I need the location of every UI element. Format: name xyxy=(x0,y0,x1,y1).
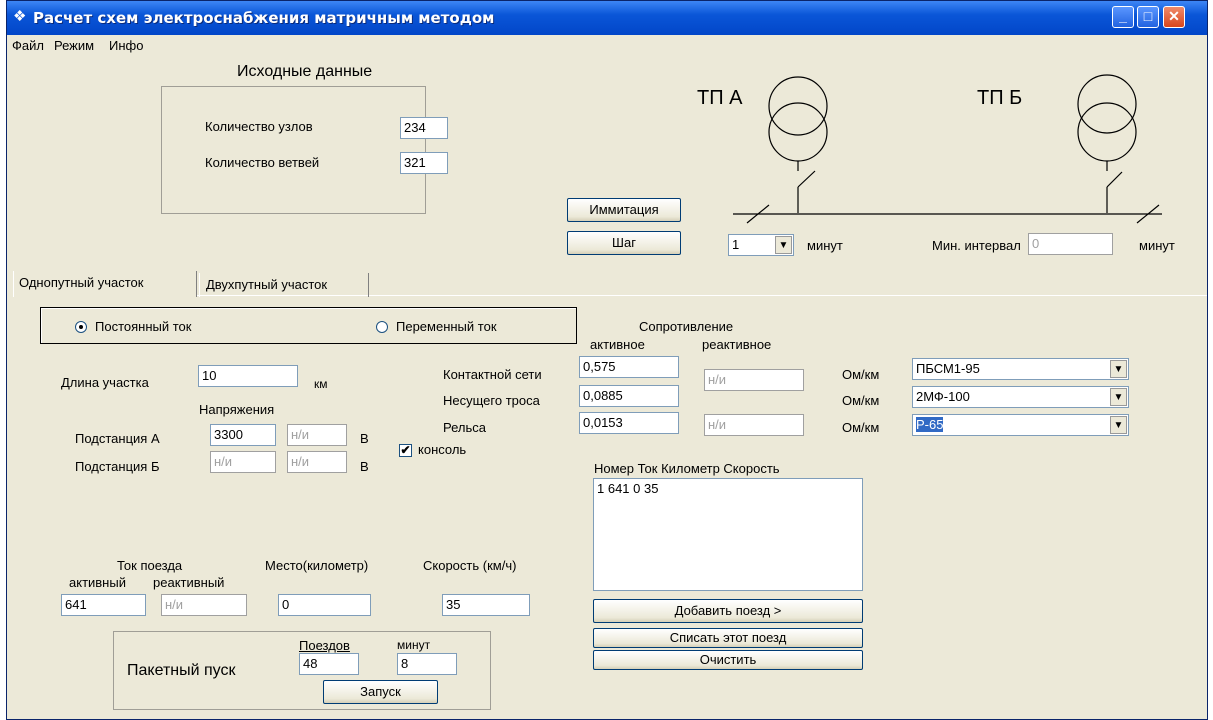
length-label: Длина участка xyxy=(61,375,149,390)
minutes-select[interactable]: 1 ▼ xyxy=(728,234,794,256)
contact-net-unit: Ом/км xyxy=(842,367,880,382)
tp-a-label: ТП А xyxy=(697,87,743,109)
branches-label: Количество ветвей xyxy=(205,155,320,170)
rail-label: Рельса xyxy=(443,420,486,435)
batch-title: Пакетный пуск xyxy=(127,662,236,679)
busbar-lines xyxy=(733,161,1162,224)
dc-radio[interactable] xyxy=(75,321,87,333)
rail-type-value: Р-65 xyxy=(916,417,944,432)
min-interval-unit: минут xyxy=(1139,238,1175,253)
maximize-button[interactable]: □ xyxy=(1137,6,1159,28)
chevron-down-icon[interactable]: ▼ xyxy=(1110,416,1127,434)
transformer-b-icon xyxy=(1077,74,1137,162)
nodes-label: Количество узлов xyxy=(205,119,313,134)
sub-b-label: Подстанция Б xyxy=(75,459,160,474)
minimize-button[interactable]: _ xyxy=(1112,6,1134,28)
train-current-title: Ток поезда xyxy=(117,558,183,573)
active-header: активное xyxy=(590,337,645,352)
ac-label: Переменный ток xyxy=(396,319,497,334)
minutes-select-value: 1 xyxy=(732,237,740,252)
sub-a-label: Подстанция А xyxy=(75,431,160,446)
train-list[interactable]: 1 641 0 35 xyxy=(593,478,863,591)
list-item[interactable]: 1 641 0 35 xyxy=(597,481,859,496)
contact-net-label: Контактной сети xyxy=(443,367,542,382)
branches-input[interactable]: 321 xyxy=(400,152,448,174)
sub-a-unit: В xyxy=(360,431,369,446)
clear-button[interactable]: Очистить xyxy=(593,650,863,670)
radio-dot-icon xyxy=(79,325,83,329)
window-title: Расчет схем электроснабжения матричным м… xyxy=(33,9,495,27)
chevron-down-icon[interactable]: ▼ xyxy=(1110,388,1127,406)
add-train-button[interactable]: Добавить поезд > xyxy=(593,599,863,623)
menu-bar: Файл Режим Инфо xyxy=(7,35,1207,55)
train-active-label: активный xyxy=(69,575,126,590)
menu-mode[interactable]: Режим xyxy=(54,38,94,53)
checkmark-icon: ✔ xyxy=(400,443,411,457)
sub-a-voltage-2[interactable]: н/и xyxy=(287,424,347,446)
batch-minutes-label: минут xyxy=(397,638,431,652)
length-input[interactable]: 10 xyxy=(198,365,298,387)
train-list-header: Номер Ток Километр Скорость xyxy=(594,461,780,476)
minutes-unit: минут xyxy=(807,238,843,253)
nodes-input[interactable]: 234 xyxy=(400,117,448,139)
carrier-cable-active-input[interactable]: 0,0885 xyxy=(579,385,679,407)
rail-active-input[interactable]: 0,0153 xyxy=(579,412,679,434)
sub-b-unit: В xyxy=(360,459,369,474)
imitation-button[interactable]: Иммитация xyxy=(567,198,681,222)
ac-radio[interactable] xyxy=(376,321,388,333)
source-data-group xyxy=(161,86,426,214)
contact-net-reactive-input[interactable]: н/и xyxy=(704,369,804,391)
tab-single-track[interactable]: Однопутный участок xyxy=(13,271,197,297)
menu-info[interactable]: Инфо xyxy=(109,38,143,53)
rail-reactive-input[interactable]: н/и xyxy=(704,414,804,436)
sub-b-voltage-1[interactable]: н/и xyxy=(210,451,276,473)
train-reactive-input[interactable]: н/и xyxy=(161,594,247,616)
reactive-header: реактивное xyxy=(702,337,772,352)
train-active-input[interactable]: 641 xyxy=(61,594,146,616)
carrier-cable-type-value: 2МФ-100 xyxy=(916,389,970,404)
length-unit: км xyxy=(314,377,328,391)
contact-net-type-select[interactable]: ПБСМ1-95 ▼ xyxy=(912,358,1129,380)
train-reactive-label: реактивный xyxy=(153,575,225,590)
menu-file[interactable]: Файл xyxy=(12,38,44,53)
app-window: ❖ Расчет схем электроснабжения матричным… xyxy=(6,0,1208,720)
console-checkbox[interactable]: ✔ xyxy=(399,444,412,457)
sub-a-voltage-1[interactable]: 3300 xyxy=(210,424,276,446)
rail-unit: Ом/км xyxy=(842,420,880,435)
resistance-title: Сопротивление xyxy=(639,319,734,334)
tp-b-label: ТП Б xyxy=(977,87,1022,109)
batch-minutes-input[interactable]: 8 xyxy=(397,653,457,675)
batch-trains-label: Поездов xyxy=(299,638,350,653)
voltage-title: Напряжения xyxy=(199,402,275,417)
transformer-a-icon xyxy=(768,76,828,162)
rail-type-select[interactable]: Р-65 ▼ xyxy=(912,414,1129,436)
app-icon: ❖ xyxy=(13,8,27,25)
speed-input[interactable]: 35 xyxy=(442,594,530,616)
console-label: консоль xyxy=(418,442,467,457)
min-interval-input[interactable]: 0 xyxy=(1028,233,1113,255)
place-label: Место(километр) xyxy=(265,558,369,573)
carrier-cable-label: Несущего троса xyxy=(443,393,540,408)
dc-label: Постоянный ток xyxy=(95,319,192,334)
start-button[interactable]: Запуск xyxy=(323,680,438,704)
tab-double-track[interactable]: Двухпутный участок xyxy=(199,273,369,297)
sub-b-voltage-2[interactable]: н/и xyxy=(287,451,347,473)
carrier-cable-type-select[interactable]: 2МФ-100 ▼ xyxy=(912,386,1129,408)
contact-net-type-value: ПБСМ1-95 xyxy=(916,361,980,376)
remove-train-button[interactable]: Списать этот поезд xyxy=(593,628,863,648)
speed-label: Скорость (км/ч) xyxy=(423,558,517,573)
contact-net-active-input[interactable]: 0,575 xyxy=(579,356,679,378)
source-data-title: Исходные данные xyxy=(237,63,373,80)
chevron-down-icon[interactable]: ▼ xyxy=(1110,360,1127,378)
carrier-cable-unit: Ом/км xyxy=(842,393,880,408)
step-button[interactable]: Шаг xyxy=(567,231,681,255)
close-button[interactable]: ✕ xyxy=(1163,6,1185,28)
batch-trains-input[interactable]: 48 xyxy=(299,653,359,675)
min-interval-label: Мин. интервал xyxy=(932,238,1021,253)
place-input[interactable]: 0 xyxy=(278,594,371,616)
substation-diagram: ТП А ТП Б xyxy=(697,74,1162,224)
title-bar[interactable]: ❖ Расчет схем электроснабжения матричным… xyxy=(7,1,1207,35)
chevron-down-icon[interactable]: ▼ xyxy=(775,236,792,254)
